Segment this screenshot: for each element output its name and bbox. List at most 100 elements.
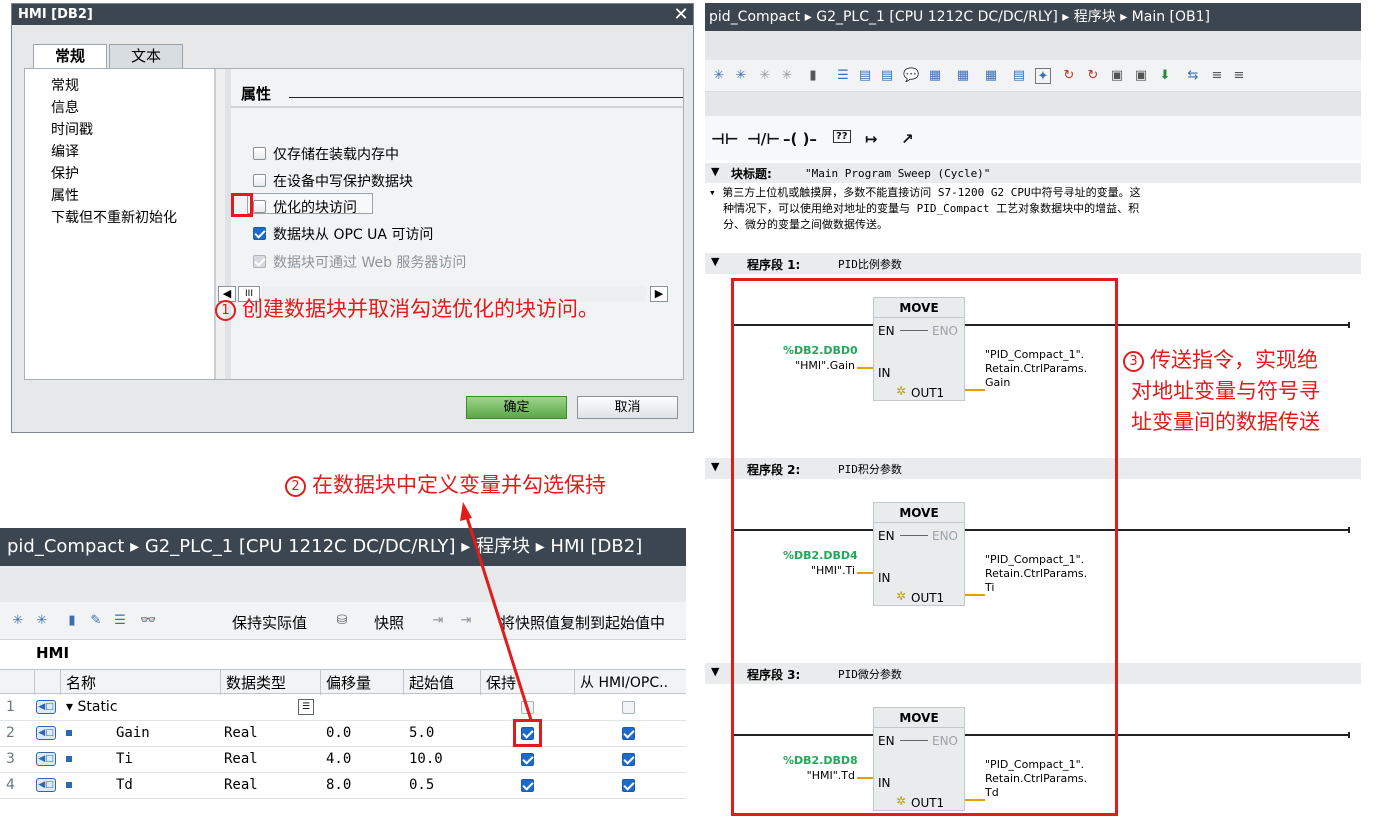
section-rule xyxy=(289,97,683,98)
edit-icon[interactable]: ✎ xyxy=(88,613,104,629)
collapse-icon[interactable]: ▼ xyxy=(711,665,719,678)
annotation-1: 1 创建数据块并取消勾选优化的块访问。 xyxy=(215,293,599,323)
dialog-panel: 常规 信息 时间戳 编译 保护 属性 下载但不重新初始化 属性 仅存储在装载内存… xyxy=(24,68,684,380)
nav-item-timestamp[interactable]: 时间戳 xyxy=(51,119,93,141)
copy-snapshot-button[interactable]: 将快照值复制到起始值中 xyxy=(500,612,665,633)
tab-general[interactable]: 常规 xyxy=(33,44,107,69)
tab-text[interactable]: 文本 xyxy=(109,44,183,68)
annotation-3-line: 址变量间的数据传送 xyxy=(1131,410,1320,434)
annotation-1-number: 1 xyxy=(215,299,236,321)
opc-ua-checkbox[interactable] xyxy=(253,227,266,240)
row-start[interactable]: 5.0 xyxy=(409,725,434,741)
variable-icon: ◀□ xyxy=(36,726,56,740)
section-divider xyxy=(231,106,683,108)
annotation-1-text: 创建数据块并取消勾选优化的块访问。 xyxy=(242,297,599,321)
variable-icon: ◀□ xyxy=(36,752,56,766)
retain-checkbox[interactable] xyxy=(521,753,534,766)
annotation-3-line: 对地址变量与符号寻 xyxy=(1131,379,1320,403)
collapse-icon[interactable]: ▼ xyxy=(711,460,719,473)
paste-icon[interactable]: ⇥ xyxy=(458,613,474,629)
annotation-2: 2 在数据块中定义变量并勾选保持 xyxy=(285,469,606,499)
cancel-button[interactable]: 取消 xyxy=(577,396,678,419)
col-type[interactable]: 数据类型 xyxy=(226,672,286,693)
row-name[interactable]: ▾ Static xyxy=(66,699,118,715)
copy-icon[interactable]: ⇥ xyxy=(430,613,446,629)
col-start[interactable]: 起始值 xyxy=(409,672,454,693)
write-protect-checkbox[interactable] xyxy=(253,174,266,187)
row-name-text: Static xyxy=(77,699,118,715)
variable-icon: ◀□ xyxy=(36,778,56,792)
nav-scrollbar[interactable] xyxy=(215,69,225,379)
hmi-checkbox[interactable] xyxy=(622,753,635,766)
row-type[interactable]: Real xyxy=(224,751,258,767)
row-offset: 4.0 xyxy=(326,751,352,767)
list-icon[interactable]: ☰ xyxy=(112,613,128,629)
insert-row-icon[interactable]: ✳ xyxy=(10,613,26,629)
row-name[interactable]: Td xyxy=(116,777,133,793)
snapshot-button[interactable]: 快照 xyxy=(374,612,404,633)
close-icon[interactable]: ✕ xyxy=(671,5,691,24)
nav-item-protection[interactable]: 保护 xyxy=(51,163,79,185)
write-protect-label: 在设备中写保护数据块 xyxy=(273,174,413,190)
optimized-access-checkbox[interactable] xyxy=(253,200,266,213)
table-header: 名称 数据类型 偏移量 起始值 保持 从 HMI/OPC.. xyxy=(0,669,686,695)
row-type[interactable]: Real xyxy=(224,725,258,741)
section-title: 属性 xyxy=(241,85,272,103)
load-memory-label: 仅存储在装载内存中 xyxy=(273,147,399,163)
attributes-panel: 属性 仅存储在装载内存中 在设备中写保护数据块 优化的块访问 数据块从 OPC … xyxy=(231,69,683,379)
hmi-checkbox[interactable] xyxy=(622,727,635,740)
breadcrumb: pid_Compact ▸ G2_PLC_1 [CPU 1212C DC/DC/… xyxy=(0,528,686,566)
network-header[interactable]: ▼ 程序段 1: PID比例参数 xyxy=(705,253,1361,274)
hmi-checkbox[interactable] xyxy=(622,779,635,792)
row-number: 4 xyxy=(6,777,15,793)
nav-item-general[interactable]: 常规 xyxy=(51,75,79,97)
member-icon xyxy=(66,782,72,788)
col-retain[interactable]: 保持 xyxy=(486,672,516,693)
scroll-right-icon[interactable]: ▶ xyxy=(650,286,668,302)
network-comment[interactable]: PID比例参数 xyxy=(838,256,902,272)
variable-icon: ◀□ xyxy=(36,700,56,714)
web-server-label: 数据块可通过 Web 服务器访问 xyxy=(273,255,467,271)
row-name[interactable]: Ti xyxy=(116,751,133,767)
db-editor: pid_Compact ▸ G2_PLC_1 [CPU 1212C DC/DC/… xyxy=(0,528,686,817)
nav-item-download[interactable]: 下载但不重新初始化 xyxy=(51,207,177,229)
toolbar-strip xyxy=(0,566,686,602)
collapse-icon[interactable]: ▼ xyxy=(711,255,719,268)
col-offset[interactable]: 偏移量 xyxy=(326,672,371,693)
row-start[interactable]: 10.0 xyxy=(409,751,443,767)
keep-actual-button[interactable]: 保持实际值 xyxy=(232,612,307,633)
row-start[interactable]: 0.5 xyxy=(409,777,434,793)
annotation-3-number: 3 xyxy=(1123,350,1144,372)
retain-checkbox[interactable] xyxy=(521,779,534,792)
col-hmi[interactable]: 从 HMI/OPC.. xyxy=(580,672,668,692)
row-number: 3 xyxy=(6,751,15,767)
add-row-icon[interactable]: ✳ xyxy=(34,613,50,629)
row-number: 2 xyxy=(6,725,15,741)
nav-list: 常规 信息 时间戳 编译 保护 属性 下载但不重新初始化 xyxy=(25,69,215,379)
nav-item-compile[interactable]: 编译 xyxy=(51,141,79,163)
nav-item-info[interactable]: 信息 xyxy=(51,97,79,119)
web-server-checkbox xyxy=(253,255,266,268)
row-offset: 8.0 xyxy=(326,777,352,793)
monitor-icon[interactable]: 👓 xyxy=(140,613,156,629)
highlight-box-retain xyxy=(513,719,542,747)
highlight-box-optimized xyxy=(231,193,253,217)
retain-checkbox xyxy=(521,701,534,714)
annotation-2-text: 在数据块中定义变量并勾选保持 xyxy=(312,473,606,497)
row-type[interactable]: Real xyxy=(224,777,258,793)
row-name[interactable]: Gain xyxy=(116,725,150,741)
hmi-checkbox xyxy=(622,701,635,714)
optimized-access-label: 优化的块访问 xyxy=(273,200,357,216)
table-row[interactable]: 2 ◀□ Gain Real 0.0 5.0 xyxy=(0,721,686,747)
table-row[interactable]: 4 ◀□ Td Real 8.0 0.5 xyxy=(0,773,686,799)
table-row[interactable]: 3 ◀□ Ti Real 4.0 10.0 xyxy=(0,747,686,773)
table-row[interactable]: 1 ◀□ ▾ Static ☰ xyxy=(0,695,686,721)
col-name[interactable]: 名称 xyxy=(66,672,96,693)
ok-button[interactable]: 确定 xyxy=(466,396,567,419)
nav-item-attributes[interactable]: 属性 xyxy=(51,185,79,207)
type-picker-icon[interactable]: ☰ xyxy=(298,699,314,715)
database-icon[interactable]: ⛁ xyxy=(334,613,350,629)
load-memory-checkbox[interactable] xyxy=(253,147,266,160)
expand-icon[interactable]: ▮ xyxy=(64,613,80,629)
annotation-2-number: 2 xyxy=(285,475,306,497)
